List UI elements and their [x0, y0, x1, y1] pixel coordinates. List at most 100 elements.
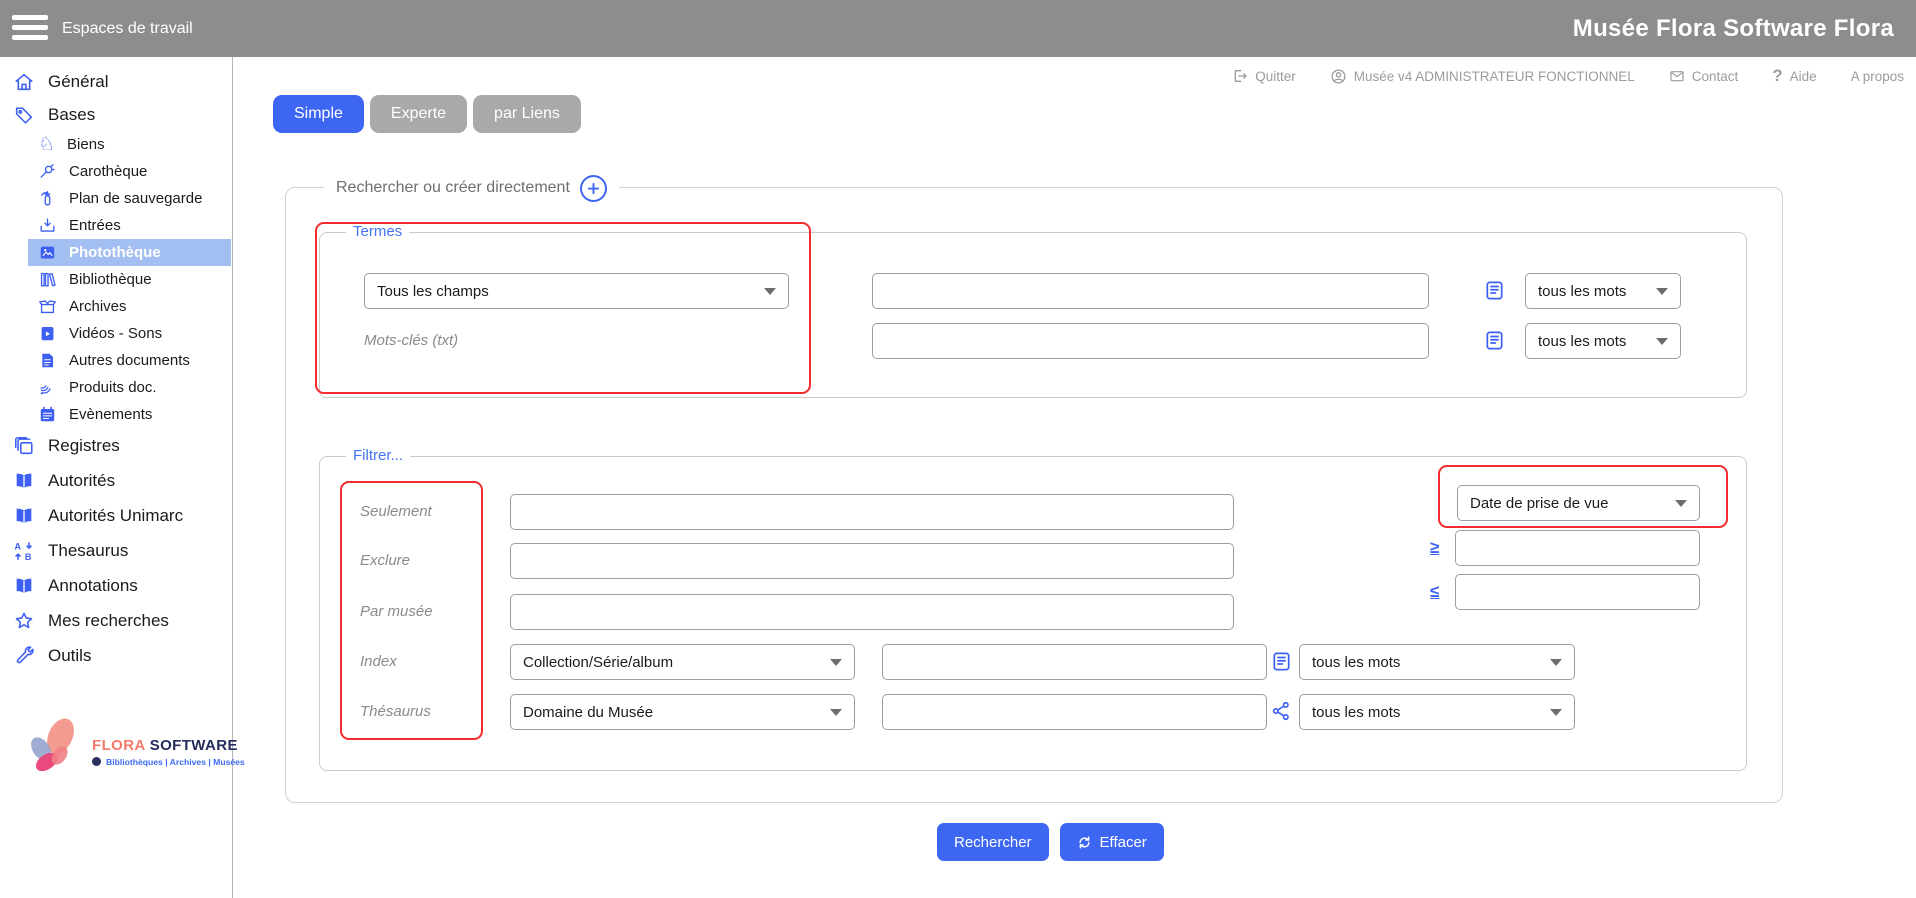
search-panel: Rechercher ou créer directement Termes T…: [285, 187, 1783, 803]
sidebar-item-autorites-unimarc[interactable]: Autorités Unimarc: [0, 498, 232, 533]
chevron-down-icon: [830, 709, 842, 716]
thesaurus-match-select[interactable]: tous les mots: [1299, 694, 1575, 730]
envelope-icon: [1669, 68, 1685, 84]
paper-fan-icon: [38, 378, 57, 397]
index-input[interactable]: [882, 644, 1267, 680]
terms-row2-input[interactable]: [872, 323, 1429, 359]
core-sample-icon: [38, 162, 57, 181]
thesaurus-label: Thésaurus: [360, 703, 431, 720]
tab-par-liens[interactable]: par Liens: [473, 95, 581, 133]
sidebar-item-produits-doc[interactable]: Produits doc.: [28, 374, 232, 401]
sidebar-item-phototheque[interactable]: Photothèque: [28, 239, 231, 266]
termes-legend: Termes: [346, 223, 409, 240]
search-button[interactable]: Rechercher: [937, 823, 1049, 861]
by-museum-input[interactable]: [510, 594, 1234, 630]
sidebar-item-biens[interactable]: ♘ Biens: [28, 131, 232, 158]
clear-button[interactable]: Effacer: [1060, 823, 1164, 861]
document-icon: [38, 351, 57, 370]
share-network-icon[interactable]: [1270, 700, 1292, 722]
books-icon: [38, 270, 57, 289]
thesaurus-select[interactable]: Domaine du Musée: [510, 694, 855, 730]
sidebar-item-label: Photothèque: [69, 244, 161, 261]
sidebar-item-general[interactable]: Général: [0, 65, 232, 98]
index-match-select[interactable]: tous les mots: [1299, 644, 1575, 680]
index-label: Index: [360, 653, 397, 670]
sidebar-item-autres-documents[interactable]: Autres documents: [28, 347, 232, 374]
thesaurus-input[interactable]: [882, 694, 1267, 730]
about-label: A propos: [1851, 69, 1904, 84]
lookup-book-icon[interactable]: [1483, 279, 1506, 302]
date-field-select[interactable]: Date de prise de vue: [1457, 485, 1700, 521]
sidebar-item-label: Bases: [48, 105, 95, 125]
terms-row1-match-select[interactable]: tous les mots: [1525, 273, 1681, 309]
clear-button-label: Effacer: [1100, 834, 1147, 851]
sidebar-item-outils[interactable]: Outils: [0, 638, 232, 673]
filter-fieldset: Filtrer... Seulement Exclure Par musée I…: [319, 456, 1747, 771]
chevron-down-icon: [1656, 288, 1668, 295]
lookup-book-icon[interactable]: [1483, 329, 1506, 352]
panel-legend: Rechercher ou créer directement: [324, 174, 619, 202]
help-label: Aide: [1790, 69, 1817, 84]
user-icon: [1330, 68, 1347, 85]
chevron-down-icon: [1675, 500, 1687, 507]
index-select[interactable]: Collection/Série/album: [510, 644, 855, 680]
gte-operator[interactable]: ≥: [1430, 538, 1439, 558]
copies-icon: [13, 435, 35, 457]
create-plus-button[interactable]: [580, 175, 607, 202]
fire-extinguisher-icon: [38, 189, 57, 208]
quit-link[interactable]: Quitter: [1232, 68, 1296, 84]
terms-row1-input[interactable]: [872, 273, 1429, 309]
sidebar-item-label: Registres: [48, 436, 120, 456]
tab-experte[interactable]: Experte: [370, 95, 467, 133]
flora-flower-icon: [18, 712, 92, 791]
open-book-icon: [13, 470, 35, 492]
only-input[interactable]: [510, 494, 1234, 530]
sidebar-item-carotheque[interactable]: Carothèque: [28, 158, 232, 185]
sidebar-item-archives[interactable]: Archives: [28, 293, 232, 320]
field-select[interactable]: Tous les champs: [364, 273, 789, 309]
terms-row2-match-select[interactable]: tous les mots: [1525, 323, 1681, 359]
sidebar-item-annotations[interactable]: Annotations: [0, 568, 232, 603]
date-gte-input[interactable]: [1455, 530, 1700, 566]
about-link[interactable]: A propos: [1851, 69, 1904, 84]
sidebar-item-label: Evènements: [69, 406, 152, 423]
workspace-label: Espaces de travail: [62, 0, 193, 57]
sidebar-item-entrees[interactable]: Entrées: [28, 212, 232, 239]
sidebar-nav: Général Bases ♘ Biens Carothèque: [0, 57, 232, 673]
sidebar-item-mes-recherches[interactable]: Mes recherches: [0, 603, 232, 638]
svg-text:A: A: [14, 541, 21, 551]
sidebar-item-autorites[interactable]: Autorités: [0, 463, 232, 498]
tab-simple[interactable]: Simple: [273, 95, 364, 133]
top-bar: Espaces de travail Musée Flora Software …: [0, 0, 1916, 57]
sidebar-item-bases[interactable]: Bases: [0, 98, 232, 131]
sidebar-item-bibliotheque[interactable]: Bibliothèque: [28, 266, 232, 293]
user-menu[interactable]: Musée v4 ADMINISTRATEUR FONCTIONNEL: [1330, 68, 1635, 85]
sidebar-item-videos-sons[interactable]: Vidéos - Sons: [28, 320, 232, 347]
calendar-icon: [38, 405, 57, 424]
keywords-label: Mots-clés (txt): [364, 332, 458, 349]
ab-sort-icon: AB: [13, 540, 35, 562]
menu-hamburger-icon[interactable]: [12, 15, 48, 42]
sidebar: Général Bases ♘ Biens Carothèque: [0, 57, 233, 898]
lte-operator[interactable]: ≤: [1430, 582, 1439, 602]
chevron-down-icon: [1550, 659, 1562, 666]
open-book-icon: [13, 505, 35, 527]
sidebar-item-registres[interactable]: Registres: [0, 428, 232, 463]
sidebar-item-label: Carothèque: [69, 163, 147, 180]
sidebar-item-thesaurus[interactable]: AB Thesaurus: [0, 533, 232, 568]
search-button-label: Rechercher: [954, 834, 1032, 851]
contact-label: Contact: [1692, 69, 1739, 84]
date-lte-input[interactable]: [1455, 574, 1700, 610]
sidebar-item-evenements[interactable]: Evènements: [28, 401, 232, 428]
sidebar-item-label: Produits doc.: [69, 379, 157, 396]
sidebar-item-label: Mes recherches: [48, 611, 169, 631]
contact-link[interactable]: Contact: [1669, 68, 1739, 84]
brand-name: FLORA SOFTWARE: [92, 737, 245, 754]
sidebar-item-plan-de-sauvegarde[interactable]: Plan de sauvegarde: [28, 185, 232, 212]
utility-bar: Quitter Musée v4 ADMINISTRATEUR FONCTION…: [1232, 57, 1904, 95]
panel-legend-label: Rechercher ou créer directement: [336, 179, 570, 197]
lookup-book-icon[interactable]: [1270, 650, 1293, 673]
only-label: Seulement: [360, 503, 432, 520]
help-link[interactable]: ? Aide: [1772, 66, 1816, 86]
exclude-input[interactable]: [510, 543, 1234, 579]
